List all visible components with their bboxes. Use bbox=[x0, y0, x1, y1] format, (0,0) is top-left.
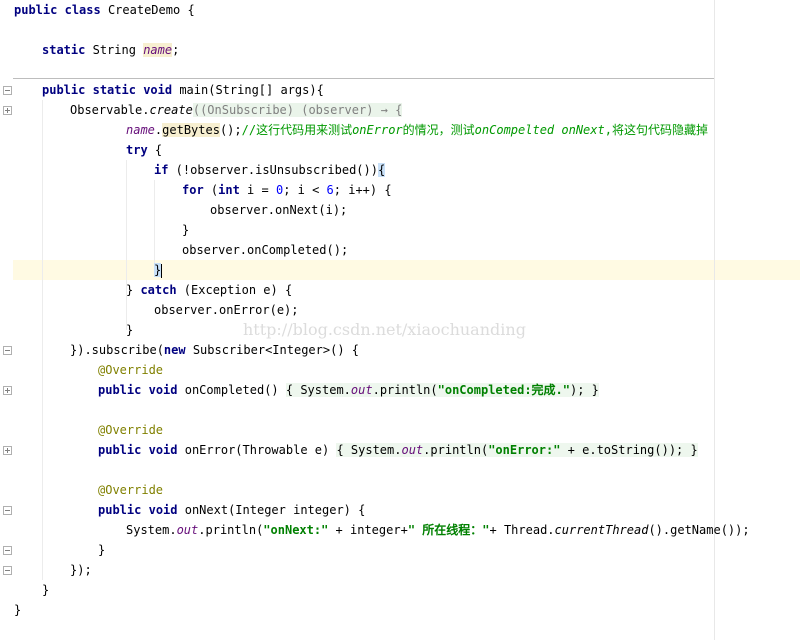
code-line: public static void main(String[] args){ bbox=[42, 83, 324, 97]
code-line: observer.onError(e); bbox=[154, 303, 299, 317]
code-line: } bbox=[126, 323, 134, 337]
code-line: @Override bbox=[98, 363, 164, 377]
code-line: }).subscribe(new Subscriber<Integer>() { bbox=[70, 343, 359, 357]
code-line: static String name; bbox=[42, 43, 180, 57]
fold-expand-icon[interactable] bbox=[3, 106, 12, 115]
right-margin-guide bbox=[714, 0, 715, 640]
fold-expand-icon[interactable] bbox=[3, 386, 12, 395]
code-line: try { bbox=[126, 143, 163, 157]
code-line: public void onNext(Integer integer) { bbox=[98, 503, 366, 517]
code-line: } bbox=[42, 583, 50, 597]
fold-collapse-icon[interactable] bbox=[3, 346, 12, 355]
current-line-highlight bbox=[0, 260, 800, 280]
code-line: observer.onCompleted(); bbox=[182, 243, 349, 257]
code-line: @Override bbox=[98, 483, 164, 497]
code-line: System.out.println("onNext:" + integer+"… bbox=[126, 523, 750, 537]
code-line: } bbox=[182, 223, 190, 237]
fold-expand-icon[interactable] bbox=[3, 446, 12, 455]
code-line: observer.onNext(i); bbox=[210, 203, 348, 217]
code-line: name.getBytes();//这行代码用来测试onError的情况，测试o… bbox=[126, 123, 708, 137]
code-line: public void onCompleted() { System.out.p… bbox=[98, 383, 599, 397]
code-line: }); bbox=[70, 563, 92, 577]
fold-collapse-icon[interactable] bbox=[3, 86, 12, 95]
fold-collapse-icon[interactable] bbox=[3, 506, 12, 515]
folded-method-body[interactable]: { System.out.println("onCompleted:完成.");… bbox=[285, 383, 599, 397]
text-caret bbox=[161, 263, 163, 278]
code-line: for (int i = 0; i < 6; i++) { bbox=[182, 183, 392, 197]
code-line: public class CreateDemo { bbox=[14, 3, 195, 17]
fold-collapse-icon[interactable] bbox=[3, 546, 12, 555]
editor-gutter[interactable] bbox=[0, 0, 13, 640]
code-line: @Override bbox=[98, 423, 164, 437]
indent-guide bbox=[42, 100, 43, 580]
fold-collapse-icon[interactable] bbox=[3, 566, 12, 575]
code-line: } catch (Exception e) { bbox=[126, 283, 293, 297]
code-line: } bbox=[154, 263, 163, 278]
code-line: Observable.create((OnSubscribe) (observe… bbox=[70, 103, 403, 117]
indent-guide bbox=[126, 160, 127, 330]
code-line: if (!observer.isUnsubscribed()){ bbox=[154, 163, 386, 177]
indent-guide bbox=[154, 180, 155, 270]
watermark-text: http://blog.csdn.net/xiaochuanding bbox=[243, 320, 526, 339]
method-separator bbox=[13, 78, 714, 79]
code-line: } bbox=[14, 603, 22, 617]
code-line: } bbox=[98, 543, 106, 557]
code-line: public void onError(Throwable e) { Syste… bbox=[98, 443, 698, 457]
folded-lambda[interactable]: ((OnSubscribe) (observer) → { bbox=[192, 103, 403, 117]
folded-method-body[interactable]: { System.out.println("onError:" + e.toSt… bbox=[336, 443, 698, 457]
